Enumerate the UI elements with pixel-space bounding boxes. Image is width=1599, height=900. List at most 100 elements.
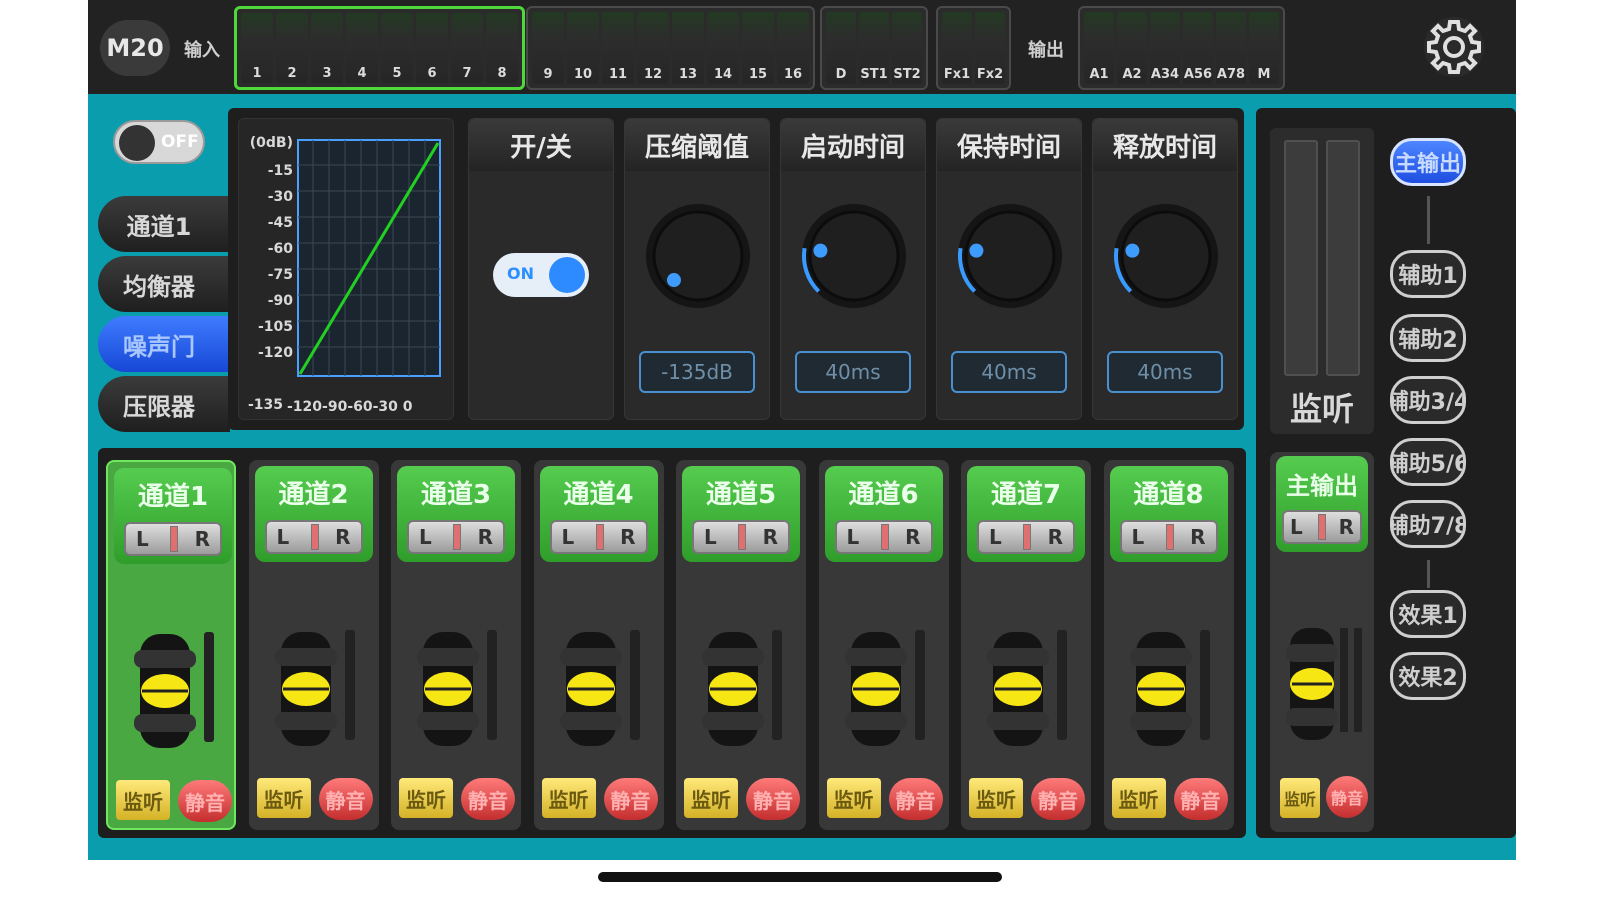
mute-button[interactable]: 静音 xyxy=(1031,778,1085,820)
channel-strip[interactable]: 通道3 L R 监听 静音 xyxy=(391,460,521,830)
input-group-stereo[interactable]: D ST1 ST2 xyxy=(820,6,928,90)
fader-knob[interactable] xyxy=(983,630,1053,748)
pan-control[interactable]: L R xyxy=(407,520,505,554)
channel-name-box[interactable]: 通道7 L R xyxy=(967,466,1085,562)
fader-knob[interactable] xyxy=(841,630,911,748)
bus-button[interactable]: 主输出 xyxy=(1390,138,1466,186)
solo-button[interactable]: 监听 xyxy=(969,778,1023,818)
mute-button[interactable]: 静音 xyxy=(178,780,232,822)
column-header: 保持时间 xyxy=(937,119,1081,171)
solo-button[interactable]: 监听 xyxy=(1111,778,1166,818)
y-tick-label: -105 xyxy=(257,319,293,335)
mute-button[interactable]: 静音 xyxy=(603,778,658,820)
meter-label: 6 xyxy=(427,66,437,81)
gate-on-toggle[interactable]: ON xyxy=(493,253,589,297)
channel-name-box[interactable]: 通道8 L R xyxy=(1109,466,1228,562)
nav-item-limiter[interactable]: 压限器 xyxy=(98,376,230,432)
level-meter: 4 xyxy=(346,13,378,83)
channel-name-box[interactable]: 通道4 L R xyxy=(539,466,658,562)
pan-control[interactable]: L R xyxy=(1119,520,1218,554)
master-mute-button[interactable]: 静音 xyxy=(1326,776,1368,818)
nav-item-eq[interactable]: 均衡器 xyxy=(98,256,230,312)
bus-button[interactable]: 辅助2 xyxy=(1390,314,1466,362)
hold-value[interactable]: 40ms xyxy=(951,351,1067,393)
attack-value[interactable]: 40ms xyxy=(795,351,911,393)
bus-button[interactable]: 效果1 xyxy=(1390,590,1466,638)
input-group-1-8[interactable]: 1 2 3 4 5 6 7 8 xyxy=(234,6,525,90)
pan-left-label: L xyxy=(989,525,1002,549)
fader-knob[interactable] xyxy=(130,632,200,750)
bus-button[interactable]: 辅助7/8 xyxy=(1390,500,1466,548)
channel-name: 通道2 xyxy=(278,480,349,510)
channel-strip[interactable]: 通道1 L R 监听 静音 xyxy=(106,460,236,830)
pan-left-label: L xyxy=(846,525,860,549)
threshold-knob[interactable] xyxy=(643,201,753,311)
pan-center-marker xyxy=(310,524,319,550)
channel-name: 通道3 xyxy=(420,480,492,510)
nav-item-channel[interactable]: 通道1 xyxy=(98,196,230,252)
master-name-box[interactable]: 主输出 L R xyxy=(1276,456,1368,552)
master-pan[interactable]: L R xyxy=(1282,510,1362,544)
master-fader-knob[interactable] xyxy=(1284,624,1340,744)
nav-item-noise-gate[interactable]: 噪声门 xyxy=(98,316,230,372)
fader-knob[interactable] xyxy=(1126,630,1196,748)
pan-control[interactable]: L R xyxy=(977,520,1075,554)
gear-icon[interactable] xyxy=(1421,14,1487,80)
level-meter: Fx1 xyxy=(942,12,972,84)
channel-strip[interactable]: 通道5 L R 监听 静音 xyxy=(676,460,806,830)
channel-name-box[interactable]: 通道2 L R xyxy=(254,466,373,562)
pan-control[interactable]: L R xyxy=(264,520,363,554)
solo-button[interactable]: 监听 xyxy=(116,780,170,820)
fader-knob[interactable] xyxy=(413,630,483,748)
mixer-app: M20 输入 输出 1 2 3 4 5 6 7 8 9 10 11 12 13 14 15 16 D ST1 ST2… xyxy=(88,0,1516,860)
solo-button[interactable]: 监听 xyxy=(684,778,738,818)
mute-button[interactable]: 静音 xyxy=(461,778,515,820)
meter-label: A34 xyxy=(1150,67,1180,82)
pan-control[interactable]: L R xyxy=(692,520,790,554)
pan-right-label: R xyxy=(620,525,636,549)
bus-button[interactable]: 辅助5/6 xyxy=(1390,438,1466,486)
meter-label: D xyxy=(835,67,847,82)
master-solo-button[interactable]: 监听 xyxy=(1280,778,1320,818)
mute-button[interactable]: 静音 xyxy=(1173,778,1228,820)
channel-name-box[interactable]: 通道1 L R xyxy=(114,468,232,564)
pan-control[interactable]: L R xyxy=(834,520,933,554)
mute-button[interactable]: 静音 xyxy=(888,778,943,820)
fader-knob[interactable] xyxy=(698,630,768,748)
mute-button[interactable]: 静音 xyxy=(746,778,800,820)
level-meter: ST2 xyxy=(892,12,922,84)
bus-button[interactable]: 辅助1 xyxy=(1390,250,1466,298)
channel-name-box[interactable]: 通道3 L R xyxy=(397,466,515,562)
channel-strip[interactable]: 通道2 L R 监听 静音 xyxy=(248,460,379,830)
solo-button[interactable]: 监听 xyxy=(541,778,596,818)
channel-strip[interactable]: 通道8 L R 监听 静音 xyxy=(1103,460,1234,830)
channel-name-box[interactable]: 通道5 L R xyxy=(682,466,800,562)
release-knob[interactable] xyxy=(1111,201,1221,311)
bus-button[interactable]: 辅助3/4 xyxy=(1390,376,1466,424)
hold-knob[interactable] xyxy=(955,201,1065,311)
release-value[interactable]: 40ms xyxy=(1107,351,1223,393)
solo-button[interactable]: 监听 xyxy=(826,778,881,818)
output-group[interactable]: A1 A2 A34 A56 A78 M xyxy=(1078,6,1285,90)
gate-attack-column: 启动时间 40ms xyxy=(780,118,926,420)
solo-button[interactable]: 监听 xyxy=(256,778,311,818)
channel-name-box[interactable]: 通道6 L R xyxy=(824,466,943,562)
attack-knob[interactable] xyxy=(799,201,909,311)
noise-gate-panel: (0dB) -15 -30 -45 -60 -75 -90 -105 -120 … xyxy=(228,108,1244,430)
bus-button[interactable]: 效果2 xyxy=(1390,652,1466,700)
pan-control[interactable]: L R xyxy=(124,522,222,556)
channel-strip[interactable]: 通道7 L R 监听 静音 xyxy=(961,460,1091,830)
input-group-9-16[interactable]: 9 10 11 12 13 14 15 16 xyxy=(526,6,815,90)
pan-left-label: L xyxy=(136,527,149,551)
power-toggle[interactable]: OFF xyxy=(113,120,205,164)
monitor-label: 监听 xyxy=(1289,390,1354,428)
input-group-fx[interactable]: Fx1 Fx2 xyxy=(936,6,1011,90)
pan-control[interactable]: L R xyxy=(549,520,648,554)
fader-knob[interactable] xyxy=(556,630,626,748)
fader-knob[interactable] xyxy=(271,630,341,748)
channel-strip[interactable]: 通道4 L R 监听 静音 xyxy=(533,460,664,830)
solo-button[interactable]: 监听 xyxy=(399,778,453,818)
mute-button[interactable]: 静音 xyxy=(318,778,373,820)
channel-strip[interactable]: 通道6 L R 监听 静音 xyxy=(818,460,949,830)
threshold-value[interactable]: -135dB xyxy=(639,351,755,393)
